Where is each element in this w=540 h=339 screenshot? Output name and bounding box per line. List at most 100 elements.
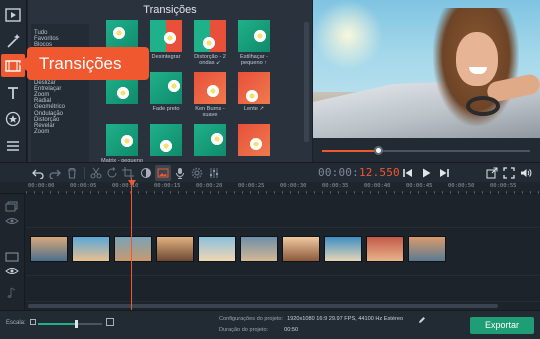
- transition-label: Estilhaçar - pequeno ↑: [240, 54, 268, 67]
- transition-thumbnail: [238, 20, 270, 52]
- redo-icon[interactable]: [47, 165, 63, 181]
- timeline-scrollbar[interactable]: [28, 304, 498, 308]
- magic-wand-icon[interactable]: [2, 30, 24, 52]
- ruler-tick-label: 00:00:45: [406, 183, 433, 189]
- playhead-handle[interactable]: [128, 180, 136, 186]
- track-gutter: [0, 194, 25, 310]
- ruler-tick-label: 00:00:35: [322, 183, 349, 189]
- volume-icon[interactable]: [518, 165, 534, 181]
- zoom-in-icon[interactable]: [106, 318, 114, 326]
- ruler-tick-label: 00:00:15: [154, 183, 181, 189]
- video-clip[interactable]: [408, 236, 446, 262]
- video-clip[interactable]: [324, 236, 362, 262]
- titles-text-icon[interactable]: [2, 82, 24, 104]
- undo-icon[interactable]: [30, 165, 46, 181]
- overlay-track-icon: [5, 200, 19, 212]
- transition-thumbnail: [106, 124, 138, 156]
- transition-item[interactable]: Desintegrar: [147, 20, 191, 60]
- project-duration: Duração do projeto: 00:50: [219, 327, 299, 333]
- transition-item[interactable]: Estilhaçar - pequeno ↑: [235, 20, 279, 66]
- eye-icon[interactable]: [5, 214, 19, 226]
- transition-label: Lente ↗: [243, 106, 265, 112]
- transition-thumbnail: [194, 124, 226, 156]
- video-clip[interactable]: [240, 236, 278, 262]
- transition-item[interactable]: Matrix - pequeno: [101, 124, 147, 164]
- rotate-icon[interactable]: [104, 165, 120, 181]
- play-icon[interactable]: [418, 165, 434, 181]
- transition-item[interactable]: Fade preto: [147, 72, 191, 112]
- settings-gear-icon[interactable]: [189, 165, 205, 181]
- previous-frame-icon[interactable]: [400, 165, 416, 181]
- transition-item[interactable]: [191, 124, 235, 158]
- transition-item[interactable]: [235, 124, 279, 158]
- pencil-icon[interactable]: [418, 316, 426, 324]
- transition-thumbnail: [150, 72, 182, 104]
- import-media-icon[interactable]: [2, 4, 24, 26]
- ruler-tick-label: 00:00:40: [364, 183, 391, 189]
- stickers-star-icon[interactable]: [2, 108, 24, 130]
- transition-label: Distorção - 2 ondas ↙: [194, 54, 226, 67]
- video-clip[interactable]: [72, 236, 110, 262]
- fullscreen-icon[interactable]: [501, 165, 517, 181]
- image-icon[interactable]: [155, 165, 171, 181]
- video-clip[interactable]: [366, 236, 404, 262]
- video-track-icon: [5, 250, 19, 262]
- panel-title: Transições: [143, 4, 197, 16]
- transition-item[interactable]: [147, 124, 191, 158]
- export-button[interactable]: Exportar: [470, 317, 534, 334]
- video-clip[interactable]: [114, 236, 152, 262]
- popout-preview-icon[interactable]: [484, 165, 500, 181]
- tool-strip: [0, 0, 27, 162]
- video-clip[interactable]: [30, 236, 68, 262]
- ruler-tick-label: 00:00:05: [70, 183, 97, 189]
- transition-thumbnail: [238, 72, 270, 104]
- transition-item[interactable]: Ken Burns - suave: [191, 72, 235, 118]
- next-frame-icon[interactable]: [436, 165, 452, 181]
- callout-label: Transições: [27, 47, 149, 80]
- equalizer-icon[interactable]: [206, 165, 222, 181]
- status-bar: Escala: Configurações do projeto: 1920x10…: [0, 310, 540, 339]
- scale-label: Escala:: [6, 320, 26, 326]
- music-note-icon: [5, 286, 19, 298]
- audio-track[interactable]: [26, 276, 540, 302]
- color-adjust-icon[interactable]: [138, 165, 154, 181]
- crop-icon[interactable]: [120, 165, 136, 181]
- transition-grid: Desintegrar Distorção - 2 ondas ↙ Estilhaç…: [101, 20, 305, 164]
- overlay-track[interactable]: [26, 194, 540, 228]
- project-settings: Configurações do projeto: 1920x1080 16:9 …: [219, 316, 404, 322]
- transition-thumbnail: [238, 124, 270, 156]
- category-item[interactable]: Zoom: [31, 129, 89, 135]
- playhead[interactable]: [131, 178, 132, 310]
- editing-toolbar: 00:00:12.550: [0, 162, 540, 182]
- video-track[interactable]: [26, 228, 540, 276]
- microphone-icon[interactable]: [172, 165, 188, 181]
- zoom-out-icon[interactable]: [30, 319, 36, 325]
- video-clip[interactable]: [156, 236, 194, 262]
- transition-thumbnail: [194, 72, 226, 104]
- more-menu-icon[interactable]: [2, 135, 24, 157]
- ruler-tick-label: 00:00:25: [238, 183, 265, 189]
- panel-scrollbar[interactable]: [304, 22, 309, 142]
- video-clip[interactable]: [198, 236, 236, 262]
- timeline-ruler[interactable]: 00:00:00 00:00:05 00:00:10 00:00:15 00:00:20…: [0, 182, 540, 194]
- timeline: [0, 194, 540, 310]
- transition-label: Desintegrar: [151, 54, 181, 60]
- transition-thumbnail: [150, 20, 182, 52]
- preview-seek-bar[interactable]: [313, 138, 540, 162]
- ruler-tick-label: 00:00:55: [490, 183, 517, 189]
- transition-item[interactable]: Lente ↗: [235, 72, 279, 112]
- eye-icon[interactable]: [5, 264, 19, 276]
- video-preview: [313, 0, 540, 138]
- ruler-tick-label: 00:00:30: [280, 183, 307, 189]
- ruler-tick-label: 00:00:00: [28, 183, 55, 189]
- transition-label: Ken Burns - suave: [195, 106, 225, 119]
- transition-thumbnail: [194, 20, 226, 52]
- scissors-icon[interactable]: [88, 165, 104, 181]
- category-list[interactable]: TudoFavoritosBlocosRotaçãoÍrisRuídoDisso…: [31, 24, 89, 162]
- scale-handle[interactable]: [75, 320, 79, 328]
- video-clip[interactable]: [282, 236, 320, 262]
- transition-label: Fade preto: [152, 106, 180, 112]
- seek-handle[interactable]: [374, 146, 384, 155]
- transition-item[interactable]: Distorção - 2 ondas ↙: [191, 20, 235, 66]
- trash-icon[interactable]: [64, 165, 80, 181]
